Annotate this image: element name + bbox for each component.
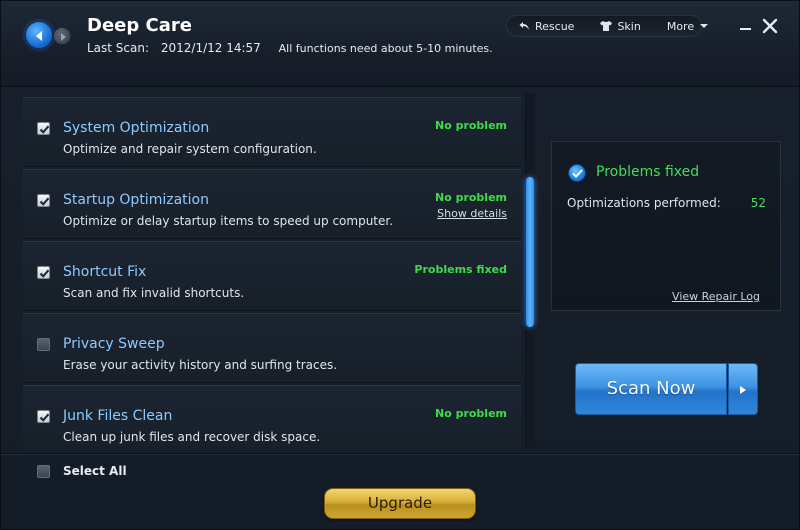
arrow-right-icon (61, 33, 66, 41)
view-repair-log-link[interactable]: View Repair Log (672, 290, 760, 303)
optimizations-label: Optimizations performed: (567, 196, 721, 210)
skin-button[interactable]: Skin (600, 19, 641, 33)
show-details-link[interactable]: Show details (437, 207, 507, 220)
page-title: Deep Care (87, 15, 192, 36)
item-description: Optimize and repair system configuration… (63, 142, 317, 156)
checkmark-icon (39, 269, 50, 278)
checkmark-icon (39, 413, 50, 422)
list-item-system-optimization[interactable]: System Optimization Optimize and repair … (23, 97, 521, 167)
chevron-right-icon (740, 386, 746, 394)
scan-now-button[interactable]: Scan Now (575, 363, 727, 415)
check-circle-icon (568, 164, 586, 182)
result-title: Problems fixed (596, 164, 700, 180)
minimize-icon (740, 28, 751, 30)
item-description: Optimize or delay startup items to speed… (63, 214, 394, 228)
minimize-button[interactable] (739, 17, 755, 35)
forward-button[interactable] (53, 27, 71, 45)
checkbox-system-optimization[interactable] (37, 122, 50, 135)
select-all-label: Select All (63, 464, 127, 478)
scrollbar-thumb[interactable] (526, 177, 534, 327)
scan-options-button[interactable] (728, 363, 758, 415)
upgrade-button[interactable]: Upgrade (324, 488, 476, 519)
more-menu-button[interactable]: More (666, 19, 709, 33)
close-button[interactable] (762, 17, 778, 35)
last-scan-line: Last Scan: 2012/1/12 14:57 All functions… (87, 41, 493, 55)
checkbox-junk-files-clean[interactable] (37, 410, 50, 423)
shirt-icon (600, 21, 613, 31)
optimizations-count: 52 (750, 196, 766, 210)
status-badge: No problem (434, 191, 507, 204)
item-title: System Optimization (63, 120, 210, 136)
scan-items-list: System Optimization Optimize and repair … (23, 91, 521, 449)
back-button[interactable] (25, 21, 53, 49)
status-badge: Problems fixed (414, 263, 507, 276)
close-icon (762, 18, 778, 34)
list-item-shortcut-fix[interactable]: Shortcut Fix Scan and fix invalid shortc… (23, 241, 521, 311)
status-badge: No problem (434, 119, 507, 132)
item-title: Shortcut Fix (63, 264, 147, 280)
checkmark-icon (39, 125, 50, 134)
item-description: Erase your activity history and surfing … (63, 358, 338, 372)
item-title: Privacy Sweep (63, 336, 165, 352)
deep-care-window: Deep Care Last Scan: 2012/1/12 14:57 All… (0, 0, 800, 530)
item-title: Startup Optimization (63, 192, 209, 208)
item-description: Clean up junk files and recover disk spa… (63, 430, 321, 444)
last-scan-label: Last Scan: (87, 41, 150, 55)
checkbox-shortcut-fix[interactable] (37, 266, 50, 279)
rescue-button[interactable]: Rescue (519, 20, 574, 33)
status-badge: No problem (434, 407, 507, 420)
checkbox-privacy-sweep[interactable] (37, 338, 50, 351)
rescue-arrow-icon (519, 22, 529, 30)
scan-duration-info: All functions need about 5-10 minutes. (278, 42, 493, 55)
select-all-checkbox[interactable] (37, 465, 50, 478)
chevron-down-icon (700, 24, 709, 28)
list-item-privacy-sweep[interactable]: Privacy Sweep Erase your activity histor… (23, 313, 521, 383)
checkbox-startup-optimization[interactable] (37, 194, 50, 207)
list-item-junk-files-clean[interactable]: Junk Files Clean Clean up junk files and… (23, 385, 521, 449)
top-toolbar: Rescue Skin More (506, 15, 709, 37)
result-panel: Problems fixed Optimizations performed: … (551, 141, 781, 311)
item-title: Junk Files Clean (63, 408, 173, 424)
item-description: Scan and fix invalid shortcuts. (63, 286, 245, 300)
last-scan-value: 2012/1/12 14:57 (160, 41, 261, 55)
rescue-label: Rescue (535, 19, 575, 33)
skin-label: Skin (617, 19, 641, 33)
arrow-left-icon (36, 31, 42, 41)
more-label: More (666, 19, 695, 33)
footer-divider-highlight (1, 454, 799, 455)
header: Deep Care Last Scan: 2012/1/12 14:57 All… (1, 1, 799, 87)
checkmark-icon (39, 197, 50, 206)
list-item-startup-optimization[interactable]: Startup Optimization Optimize or delay s… (23, 169, 521, 239)
